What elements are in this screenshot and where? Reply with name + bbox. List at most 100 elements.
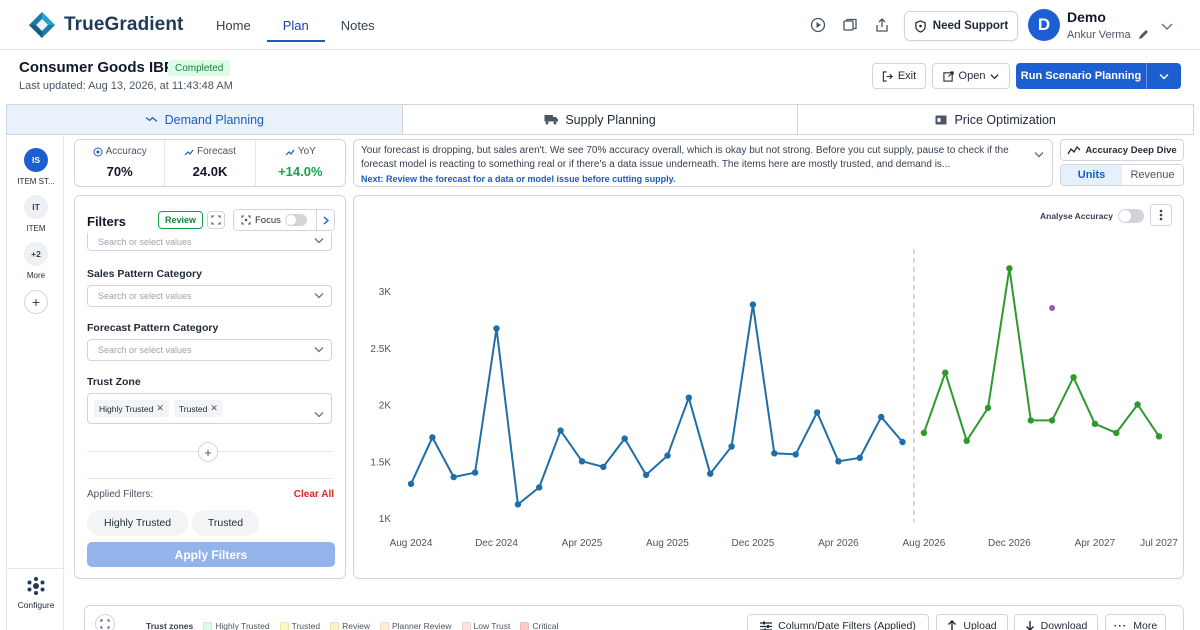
more-vertical-icon[interactable] — [1150, 204, 1172, 226]
review-button[interactable]: Review — [158, 211, 204, 229]
search-select-field[interactable]: Search or select values — [87, 233, 332, 251]
units-option[interactable]: Units — [1061, 165, 1122, 185]
nav-home[interactable]: Home — [200, 0, 267, 50]
y-tick-label: 2K — [379, 401, 392, 412]
x-tick-label: Aug 2025 — [646, 538, 689, 549]
chevron-down-icon[interactable] — [1034, 145, 1044, 163]
kpi-accuracy-label: Accuracy — [105, 146, 147, 157]
upload-icon — [948, 620, 957, 630]
analyse-accuracy-toggle[interactable] — [1117, 209, 1144, 223]
data-point-history — [749, 301, 757, 308]
forecast-pattern-select[interactable]: Search or select values — [87, 339, 332, 361]
rail-item-more[interactable]: +2 More — [7, 242, 65, 280]
sales-pattern-select[interactable]: Search or select values — [87, 285, 332, 307]
data-point-forecast — [920, 429, 928, 437]
rail-item-item[interactable]: IT ITEM — [7, 195, 65, 233]
y-tick-label: 1K — [379, 514, 392, 525]
user-name: Demo — [1067, 9, 1106, 25]
series-line-history — [410, 304, 904, 507]
more-button[interactable]: ··· More — [1105, 614, 1166, 630]
applied-filter-pill[interactable]: Trusted — [192, 510, 259, 536]
legend-label: Review — [342, 621, 370, 630]
expand-icon[interactable] — [95, 614, 115, 630]
need-support-button[interactable]: Need Support — [904, 11, 1018, 41]
module-tabs: Demand Planning Supply Planning Price Op… — [6, 104, 1194, 135]
x-tick-label: Jul 2027 — [1140, 538, 1178, 549]
data-point-history — [514, 501, 522, 508]
demand-line-chart[interactable]: 1K 1.5K 2K 2.5K 3K Aug 2024 Dec 2024 Apr 2025 Au… — [354, 196, 1185, 580]
accuracy-deep-dive-button[interactable]: Accuracy Deep Dive — [1060, 139, 1184, 161]
configure-button[interactable]: Configure — [7, 576, 65, 610]
trend-icon — [145, 116, 158, 122]
insight-next-step[interactable]: Next: Review the forecast for a data or … — [361, 174, 1032, 184]
legend-label: Critical — [532, 621, 559, 630]
x-tick-label: Apr 2026 — [818, 538, 859, 549]
download-button[interactable]: Download — [1014, 614, 1098, 630]
add-filter-button[interactable]: + — [198, 442, 218, 462]
kpi-forecast-value: 24.0K — [192, 164, 228, 179]
avatar[interactable]: D — [1028, 9, 1060, 41]
data-point-marker — [1049, 305, 1056, 311]
focus-toggle[interactable] — [284, 214, 307, 226]
accuracy-deep-dive-label: Accuracy Deep Dive — [1085, 144, 1177, 156]
upload-label: Upload — [963, 620, 997, 630]
tab-demand-planning[interactable]: Demand Planning — [7, 105, 403, 134]
tab-supply-planning[interactable]: Supply Planning — [402, 105, 799, 134]
legend-label: Trusted — [291, 621, 321, 630]
legend-item: Planner Review — [379, 621, 452, 630]
revenue-option[interactable]: Revenue — [1122, 165, 1183, 185]
legend-label: Planner Review — [391, 621, 452, 630]
share-icon[interactable] — [872, 15, 892, 35]
upload-button[interactable]: Upload — [936, 614, 1008, 630]
y-tick-label: 1.5K — [370, 457, 391, 468]
brand-logo[interactable]: TrueGradient — [28, 11, 183, 39]
copy-icon[interactable] — [840, 15, 860, 35]
nav-plan[interactable]: Plan — [266, 0, 325, 50]
truck-icon — [544, 115, 559, 125]
legend-swatch — [379, 621, 389, 630]
data-point-history — [813, 409, 821, 416]
sales-pattern-placeholder: Search or select values — [98, 291, 192, 301]
play-icon[interactable] — [808, 15, 828, 35]
rail-item-label: ITEM ST... — [17, 177, 55, 186]
trust-zone-select[interactable]: Highly Trusted ✕ Trusted ✕ — [87, 393, 332, 424]
data-point-forecast — [1070, 374, 1077, 381]
data-point-history — [771, 450, 778, 457]
kpi-card: Accuracy 70% Forecast 24.0K YoY +14.0% — [74, 139, 346, 187]
expand-icon[interactable] — [207, 211, 225, 229]
data-point-history — [664, 452, 671, 459]
close-icon[interactable]: ✕ — [210, 403, 218, 414]
legend-item: Review — [330, 621, 370, 630]
chevron-right-icon[interactable] — [316, 210, 334, 230]
data-point-history — [578, 458, 586, 465]
edit-pencil-icon[interactable] — [1137, 29, 1149, 41]
run-scenario-planning-button[interactable]: Run Scenario Planning — [1016, 63, 1181, 89]
legend-swatch — [461, 621, 471, 630]
trend-up-icon — [184, 149, 194, 155]
trust-zone-label: Trust Zone — [87, 376, 141, 388]
legend-label: Highly Trusted — [215, 621, 270, 630]
column-date-filters-button[interactable]: Column/Date Filters (Applied) — [747, 614, 929, 630]
tab-price-optimization[interactable]: Price Optimization — [798, 105, 1194, 134]
more-horizontal-icon: ··· — [1113, 620, 1128, 630]
chevron-down-icon[interactable] — [1160, 18, 1174, 36]
chevron-down-icon — [1159, 73, 1169, 79]
rail-add-button[interactable]: + — [7, 290, 65, 314]
chevron-down-icon — [314, 345, 324, 355]
apply-filters-button[interactable]: Apply Filters — [87, 542, 335, 567]
shield-help-icon — [915, 19, 926, 33]
insight-summary[interactable]: Your forecast is dropping, but sales are… — [353, 139, 1053, 187]
applied-filter-pill[interactable]: Highly Trusted — [87, 510, 188, 536]
chevron-down-icon — [314, 236, 324, 246]
clear-all-button[interactable]: Clear All — [294, 489, 334, 500]
rail-item-item-stage[interactable]: IS ITEM ST... — [7, 148, 65, 186]
exit-button[interactable]: Exit — [872, 63, 926, 89]
nav-notes[interactable]: Notes — [325, 0, 391, 50]
page-title: Consumer Goods IBP — [19, 59, 175, 76]
open-button[interactable]: Open — [932, 63, 1010, 89]
tab-supply-planning-label: Supply Planning — [565, 112, 656, 127]
kpi-accuracy-value: 70% — [106, 164, 133, 179]
run-scenario-dropdown[interactable] — [1146, 63, 1181, 89]
data-point-history — [728, 443, 735, 450]
close-icon[interactable]: ✕ — [156, 403, 164, 414]
